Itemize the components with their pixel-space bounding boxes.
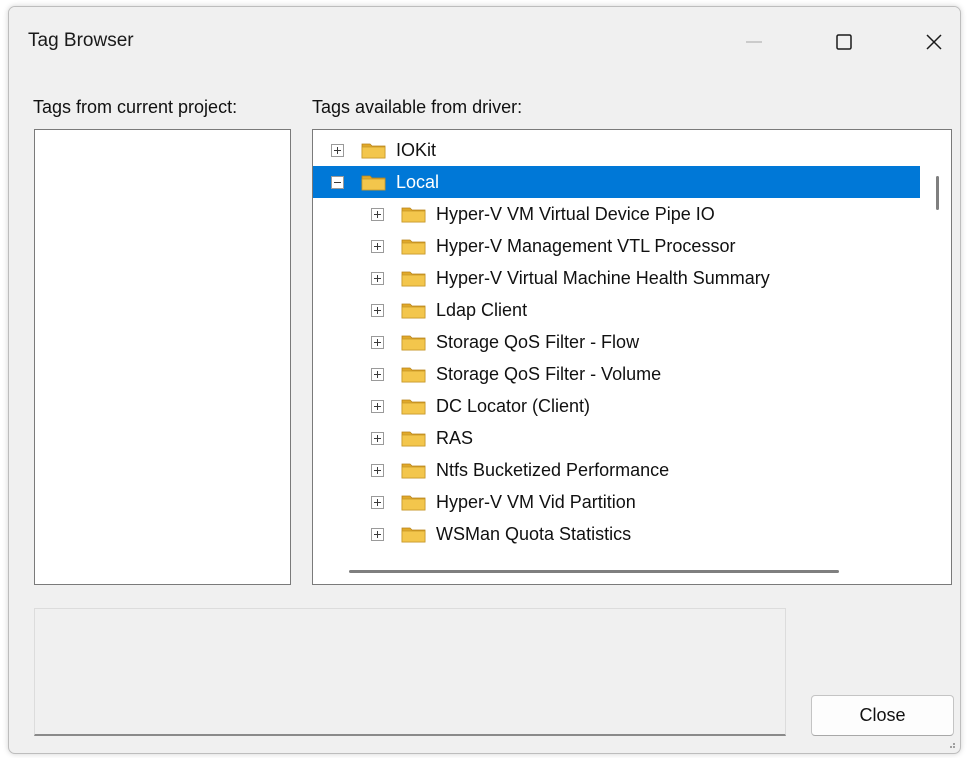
tree-item-label: Storage QoS Filter - Volume <box>436 364 662 384</box>
expand-icon[interactable] <box>371 496 384 509</box>
folder-icon <box>401 271 426 287</box>
folder-icon <box>401 463 426 479</box>
expand-icon[interactable] <box>371 304 384 317</box>
expand-icon[interactable] <box>371 272 384 285</box>
folder-icon <box>401 399 426 415</box>
close-button[interactable]: Close <box>811 695 954 736</box>
tree-item-label: WSMan Quota Statistics <box>436 524 632 544</box>
tree-item-label: Hyper-V Virtual Machine Health Summary <box>436 268 770 288</box>
close-window-button[interactable] <box>906 7 960 77</box>
expand-icon[interactable] <box>331 144 344 157</box>
maximize-button[interactable] <box>816 7 872 77</box>
tree-item-label: Ntfs Bucketized Performance <box>436 460 670 480</box>
tree-item[interactable]: Ntfs Bucketized Performance <box>313 454 920 486</box>
tree-item-label: Hyper-V VM Virtual Device Pipe IO <box>436 204 715 224</box>
folder-icon <box>401 527 426 543</box>
folder-icon <box>401 495 426 511</box>
tree-item[interactable]: Storage QoS Filter - Volume <box>313 358 920 390</box>
tree-item-label: DC Locator (Client) <box>436 396 591 416</box>
folder-icon <box>401 239 426 255</box>
folder-icon <box>401 303 426 319</box>
current-project-tags-label: Tags from current project: <box>33 97 238 117</box>
expand-icon[interactable] <box>371 336 384 349</box>
tree-item[interactable]: Ldap Client <box>313 294 920 326</box>
driver-tags-tree[interactable]: IOKit Local Hyper-V VM Virtual Device Pipe… <box>312 129 952 585</box>
folder-icon <box>401 207 426 223</box>
tree-item-label: Storage QoS Filter - Flow <box>436 332 640 352</box>
maximize-icon <box>836 34 852 50</box>
title-bar[interactable]: Tag Browser <box>9 7 960 77</box>
folder-icon <box>401 335 426 351</box>
tree-item[interactable]: Storage QoS Filter - Flow <box>313 326 920 358</box>
tree-item-label: Hyper-V VM Vid Partition <box>436 492 636 512</box>
expand-icon[interactable] <box>371 368 384 381</box>
expand-icon[interactable] <box>371 240 384 253</box>
tree-item[interactable]: Hyper-V Management VTL Processor <box>313 230 920 262</box>
tree-item[interactable]: WSMan Quota Statistics <box>313 518 920 550</box>
horizontal-scrollbar[interactable] <box>349 570 839 573</box>
minimize-button[interactable] <box>726 7 782 77</box>
tree-item-label: Local <box>396 172 440 192</box>
expand-icon[interactable] <box>371 208 384 221</box>
tag-browser-window: Tag Browser Tags from current project: T… <box>8 6 961 754</box>
tree-item-label: Hyper-V Management VTL Processor <box>436 236 736 256</box>
tag-info-panel <box>34 608 786 736</box>
expand-icon[interactable] <box>371 432 384 445</box>
minimize-icon <box>746 41 762 43</box>
expand-icon[interactable] <box>371 464 384 477</box>
window-title: Tag Browser <box>28 30 134 51</box>
vertical-scrollbar[interactable] <box>936 176 939 210</box>
folder-icon <box>401 367 426 383</box>
tree-item-label: IOKit <box>396 140 437 160</box>
tree-item[interactable]: Hyper-V VM Vid Partition <box>313 486 920 518</box>
expand-icon[interactable] <box>371 400 384 413</box>
tree-item-label: Ldap Client <box>436 300 528 320</box>
folder-icon <box>361 175 386 191</box>
tree-rows: IOKit Local Hyper-V VM Virtual Device Pipe… <box>313 134 920 550</box>
folder-icon <box>361 143 386 159</box>
tree-item[interactable]: IOKit <box>313 134 920 166</box>
tree-item[interactable]: Hyper-V Virtual Machine Health Summary <box>313 262 920 294</box>
driver-tags-label: Tags available from driver: <box>312 97 523 117</box>
tree-item-label: RAS <box>436 428 474 448</box>
resize-grip-icon[interactable] <box>946 739 956 749</box>
current-project-tags-list[interactable] <box>34 129 291 585</box>
tree-item[interactable]: Hyper-V VM Virtual Device Pipe IO <box>313 198 920 230</box>
folder-icon <box>401 431 426 447</box>
close-icon <box>926 34 942 50</box>
tree-item[interactable]: DC Locator (Client) <box>313 390 920 422</box>
expand-icon[interactable] <box>371 528 384 541</box>
tree-item[interactable]: Local <box>313 166 920 198</box>
collapse-icon[interactable] <box>331 176 344 189</box>
tree-item[interactable]: RAS <box>313 422 920 454</box>
